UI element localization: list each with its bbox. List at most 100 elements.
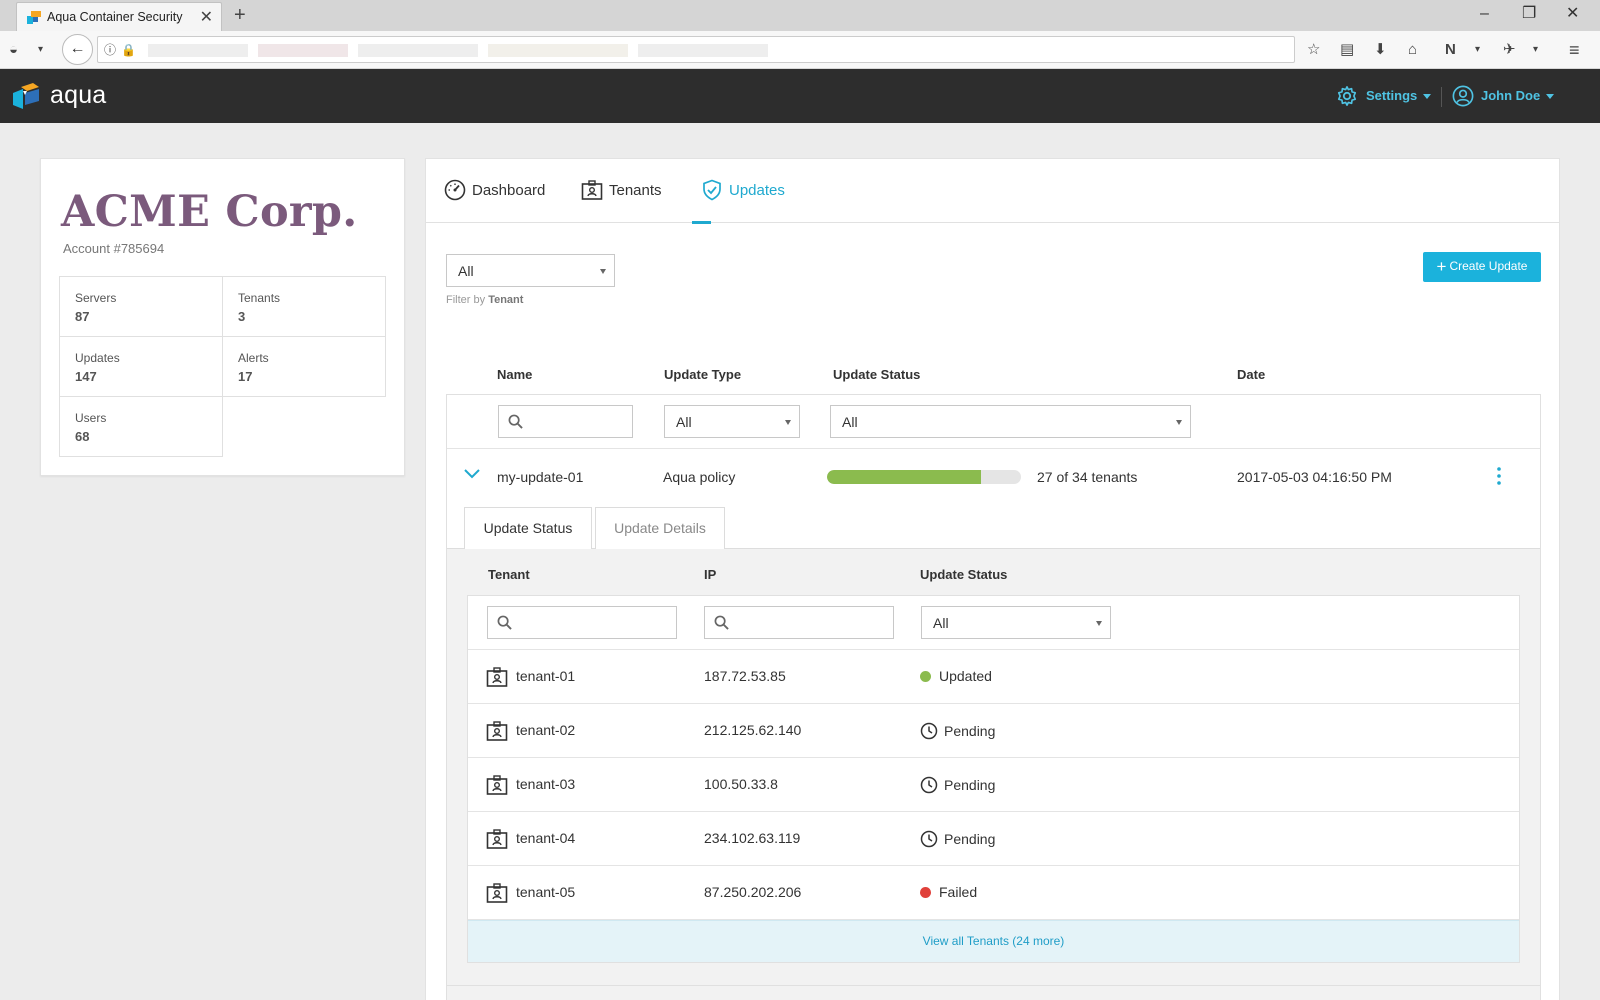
table-row[interactable]: tenant-02 212.125.62.140 Pending (468, 704, 1519, 758)
table-row[interactable]: tenant-04 234.102.63.119 Pending (468, 812, 1519, 866)
close-window-icon[interactable]: ✕ (1566, 4, 1579, 24)
select-value: All (458, 263, 474, 279)
tenant-update-status: Pending (920, 722, 995, 740)
extension-n-icon[interactable]: N (1445, 40, 1456, 60)
stat-value: 68 (75, 429, 90, 444)
tenant-ip: 87.250.202.206 (704, 884, 802, 900)
stat-label: Alerts (238, 351, 269, 365)
tab-label: Dashboard (472, 182, 546, 199)
aqua-favicon-icon (27, 11, 41, 24)
new-tab-button[interactable]: + (234, 3, 246, 27)
table-row[interactable]: tenant-03 100.50.33.8 Pending (468, 758, 1519, 812)
dashboard-icon (444, 179, 466, 201)
chevron-down-icon[interactable] (463, 467, 481, 481)
shield-icon (703, 179, 721, 201)
restore-icon[interactable]: ❐ (1522, 4, 1536, 24)
col-header-tenant[interactable]: Tenant (488, 567, 530, 582)
stat-value: 87 (75, 309, 90, 324)
col-header-date[interactable]: Date (1237, 367, 1265, 382)
col-header-ip[interactable]: IP (704, 567, 716, 582)
reading-list-icon[interactable]: ▤ (1340, 40, 1354, 60)
table-row[interactable]: tenant-05 87.250.202.206 Failed (468, 866, 1519, 920)
user-menu[interactable]: John Doe (1452, 85, 1555, 107)
tenant-status-select[interactable]: All (921, 606, 1111, 639)
download-icon[interactable]: ⬇ (1374, 40, 1387, 60)
detail-subtabs: Update Status Update Details (447, 503, 1540, 551)
extension-icon[interactable]: ✈ (1503, 40, 1516, 60)
updates-panel: Dashboard Tenants Updates All Filter by … (425, 158, 1560, 1000)
stat-label: Updates (75, 351, 120, 365)
more-options-icon[interactable] (1497, 467, 1501, 485)
col-header-name[interactable]: Name (497, 367, 532, 382)
filter-hint-bold: Tenant (488, 294, 524, 306)
progress-text: 27 of 34 tenants (1037, 469, 1138, 485)
col-header-type[interactable]: Update Type (664, 367, 741, 382)
stat-servers: Servers 87 (59, 276, 223, 337)
tenant-filter-select[interactable]: All (446, 254, 615, 287)
back-button[interactable]: ← (62, 34, 93, 65)
update-date: 2017-05-03 04:16:50 PM (1237, 469, 1392, 485)
stat-updates: Updates 147 (59, 336, 223, 397)
gear-icon (1337, 86, 1357, 106)
tenant-update-status: Updated (920, 668, 992, 684)
extension-dropdown-icon[interactable]: ▾ (1533, 40, 1538, 60)
create-update-button[interactable]: + Create Update (1423, 252, 1541, 282)
home-icon[interactable]: ⌂ (1408, 40, 1417, 60)
tenant-ip: 212.125.62.140 (704, 722, 802, 738)
tenant-name[interactable]: tenant-04 (516, 830, 575, 846)
update-name[interactable]: my-update-01 (497, 469, 583, 485)
account-card: ACME Corp. Account #785694 Servers 87 Te… (40, 158, 405, 476)
chevron-down-icon (1176, 420, 1182, 425)
update-status-select[interactable]: All (830, 405, 1191, 438)
tenant-filter-row: All (468, 596, 1519, 650)
menu-icon[interactable]: ≡ (1569, 40, 1580, 60)
search-icon (497, 615, 512, 630)
browser-navbar: ◒ ▾ ← ⓘ 🔒 ☆ ▤ ⬇ ⌂ N ▾ ✈ ▾ ≡ (0, 31, 1600, 69)
url-redacted (488, 44, 628, 57)
create-update-label: Create Update (1449, 259, 1528, 273)
table-row[interactable]: tenant-01 187.72.53.85 Updated (468, 650, 1519, 704)
subtab-update-status[interactable]: Update Status (464, 507, 592, 551)
select-value: All (933, 615, 949, 631)
stat-alerts: Alerts 17 (222, 336, 386, 397)
ip-search-input[interactable] (704, 606, 894, 639)
close-tab-icon[interactable]: ✕ (200, 7, 213, 27)
reader-icon[interactable]: ◒ (9, 40, 18, 60)
update-status-panel: Tenant IP Update Status All tenant-01 18… (447, 549, 1540, 1000)
tenant-update-status: Failed (920, 884, 977, 900)
tenant-name[interactable]: tenant-01 (516, 668, 575, 684)
minimize-icon[interactable]: – (1480, 4, 1489, 24)
select-value: All (676, 414, 692, 430)
settings-menu[interactable]: Settings (1336, 86, 1432, 106)
updates-table: All All my-update-01 Aqua policy 27 of 3… (446, 394, 1541, 1000)
extension-dropdown-icon[interactable]: ▾ (1475, 40, 1480, 60)
name-search-input[interactable] (498, 405, 633, 438)
url-redacted (638, 44, 768, 57)
plus-icon: + (1436, 257, 1447, 276)
subtab-update-details[interactable]: Update Details (595, 507, 725, 550)
info-icon[interactable]: ⓘ (104, 40, 116, 60)
url-redacted (258, 44, 348, 57)
stat-value: 147 (75, 369, 97, 384)
tenant-ip: 187.72.53.85 (704, 668, 786, 684)
tenant-icon (486, 775, 508, 795)
view-all-tenants-link[interactable]: View all Tenants (24 more) (468, 920, 1519, 962)
updates-filter-row: All All (447, 395, 1540, 449)
col-header-status[interactable]: Update Status (833, 367, 920, 382)
tenant-name[interactable]: tenant-02 (516, 722, 575, 738)
history-dropdown-icon[interactable]: ▾ (38, 40, 43, 60)
tenant-search-input[interactable] (487, 606, 677, 639)
url-bar[interactable]: ⓘ 🔒 (97, 36, 1295, 63)
chevron-down-icon (1423, 94, 1432, 100)
status-text: Pending (944, 831, 996, 847)
clock-icon (920, 776, 938, 794)
tenant-name[interactable]: tenant-03 (516, 776, 575, 792)
browser-tab[interactable]: Aqua Container Security ✕ (16, 2, 222, 31)
update-type-select[interactable]: All (664, 405, 800, 438)
bookmark-star-icon[interactable]: ☆ (1307, 40, 1320, 60)
clock-icon (920, 722, 938, 740)
tenant-name[interactable]: tenant-05 (516, 884, 575, 900)
active-tab-indicator (692, 221, 711, 224)
col-header-update-status[interactable]: Update Status (920, 567, 1007, 582)
table-row[interactable]: my-update-01 Aqua policy 27 of 34 tenant… (447, 449, 1540, 503)
